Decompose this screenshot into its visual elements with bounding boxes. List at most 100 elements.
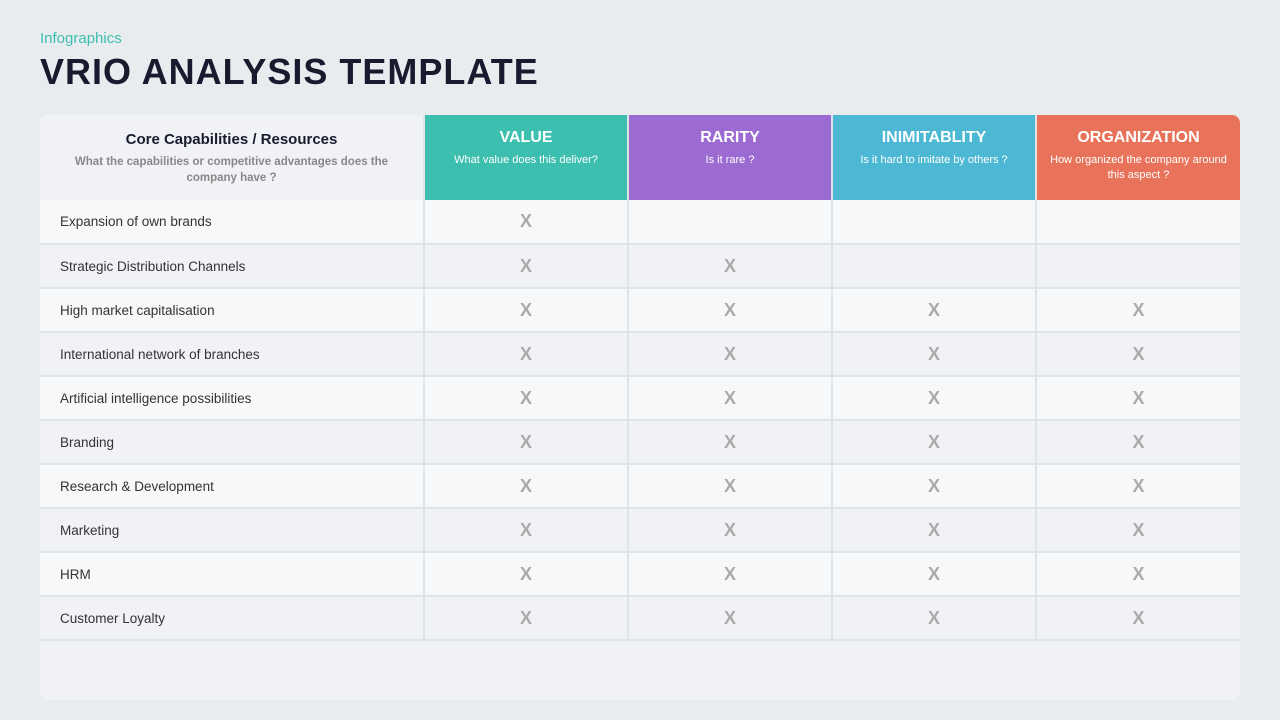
row-value-cell: X: [424, 464, 628, 508]
col-header-inimitability: INIMITABLITY Is it hard to imitate by ot…: [832, 115, 1036, 200]
row-inimitability-cell: [832, 200, 1036, 244]
row-value-cell: X: [424, 376, 628, 420]
x-mark: X: [520, 388, 532, 408]
capabilities-title: Core Capabilities / Resources: [54, 131, 409, 148]
row-label: Marketing: [40, 508, 424, 552]
x-mark: X: [520, 476, 532, 496]
x-mark: X: [724, 388, 736, 408]
row-label: High market capitalisation: [40, 288, 424, 332]
x-mark: X: [520, 520, 532, 540]
x-mark: X: [1132, 520, 1144, 540]
row-label: Customer Loyalty: [40, 596, 424, 640]
x-mark: X: [928, 300, 940, 320]
x-mark: X: [928, 388, 940, 408]
organization-main-label: ORGANIZATION: [1047, 129, 1230, 147]
x-mark: X: [520, 344, 532, 364]
x-mark: X: [928, 564, 940, 584]
row-value-cell: X: [424, 244, 628, 288]
x-mark: X: [1132, 476, 1144, 496]
x-mark: X: [520, 608, 532, 628]
row-rarity-cell: X: [628, 420, 832, 464]
row-label: Expansion of own brands: [40, 200, 424, 244]
row-value-cell: X: [424, 420, 628, 464]
row-organization-cell: X: [1036, 596, 1240, 640]
capabilities-subtitle: What the capabilities or competitive adv…: [54, 154, 409, 186]
x-mark: X: [928, 608, 940, 628]
table-row: Expansion of own brands X: [40, 200, 1240, 244]
row-organization-cell: X: [1036, 464, 1240, 508]
table-row: HRM X X X X: [40, 552, 1240, 596]
x-mark: X: [928, 520, 940, 540]
table-row: Branding X X X X: [40, 420, 1240, 464]
table-row: High market capitalisation X X X X: [40, 288, 1240, 332]
x-mark: X: [724, 344, 736, 364]
vrio-table: Core Capabilities / Resources What the c…: [40, 115, 1240, 641]
rarity-desc-label: Is it rare ?: [639, 153, 821, 168]
rarity-main-label: RARITY: [639, 129, 821, 147]
table-row: Strategic Distribution Channels X X: [40, 244, 1240, 288]
x-mark: X: [520, 300, 532, 320]
x-mark: X: [520, 564, 532, 584]
value-main-label: VALUE: [435, 129, 617, 147]
inimitability-desc-label: Is it hard to imitate by others ?: [843, 153, 1025, 168]
row-rarity-cell: X: [628, 288, 832, 332]
x-mark: X: [928, 344, 940, 364]
row-value-cell: X: [424, 508, 628, 552]
row-inimitability-cell: X: [832, 596, 1036, 640]
row-value-cell: X: [424, 332, 628, 376]
organization-desc-label: How organized the company around this as…: [1047, 153, 1230, 184]
row-value-cell: X: [424, 200, 628, 244]
row-inimitability-cell: X: [832, 420, 1036, 464]
x-mark: X: [520, 211, 532, 231]
row-inimitability-cell: X: [832, 288, 1036, 332]
row-value-cell: X: [424, 552, 628, 596]
x-mark: X: [928, 432, 940, 452]
row-organization-cell: [1036, 244, 1240, 288]
table-row: International network of branches X X X X: [40, 332, 1240, 376]
row-organization-cell: X: [1036, 332, 1240, 376]
page-title: VRIO ANALYSIS TEMPLATE: [40, 51, 1240, 93]
row-label: International network of branches: [40, 332, 424, 376]
x-mark: X: [520, 432, 532, 452]
col-header-rarity: RARITY Is it rare ?: [628, 115, 832, 200]
x-mark: X: [1132, 388, 1144, 408]
row-label: Artificial intelligence possibilities: [40, 376, 424, 420]
row-inimitability-cell: X: [832, 376, 1036, 420]
row-inimitability-cell: X: [832, 332, 1036, 376]
row-organization-cell: X: [1036, 288, 1240, 332]
row-inimitability-cell: X: [832, 552, 1036, 596]
col-header-capabilities: Core Capabilities / Resources What the c…: [40, 115, 424, 200]
x-mark: X: [724, 564, 736, 584]
row-rarity-cell: X: [628, 508, 832, 552]
x-mark: X: [1132, 564, 1144, 584]
x-mark: X: [724, 520, 736, 540]
x-mark: X: [1132, 344, 1144, 364]
row-organization-cell: X: [1036, 508, 1240, 552]
x-mark: X: [520, 256, 532, 276]
row-value-cell: X: [424, 596, 628, 640]
row-label: Branding: [40, 420, 424, 464]
row-rarity-cell: [628, 200, 832, 244]
row-rarity-cell: X: [628, 596, 832, 640]
row-label: Strategic Distribution Channels: [40, 244, 424, 288]
col-header-value: VALUE What value does this deliver?: [424, 115, 628, 200]
value-desc-label: What value does this deliver?: [435, 153, 617, 168]
row-inimitability-cell: [832, 244, 1036, 288]
x-mark: X: [1132, 432, 1144, 452]
table-row: Artificial intelligence possibilities X X X…: [40, 376, 1240, 420]
vrio-table-wrapper: Core Capabilities / Resources What the c…: [40, 115, 1240, 700]
row-label: HRM: [40, 552, 424, 596]
x-mark: X: [724, 300, 736, 320]
x-mark: X: [724, 432, 736, 452]
row-rarity-cell: X: [628, 332, 832, 376]
row-inimitability-cell: X: [832, 464, 1036, 508]
row-label: Research & Development: [40, 464, 424, 508]
x-mark: X: [1132, 300, 1144, 320]
row-rarity-cell: X: [628, 244, 832, 288]
row-organization-cell: X: [1036, 420, 1240, 464]
x-mark: X: [1132, 608, 1144, 628]
row-organization-cell: X: [1036, 552, 1240, 596]
infographics-label: Infographics: [40, 30, 1240, 47]
x-mark: X: [724, 256, 736, 276]
inimitability-main-label: INIMITABLITY: [843, 129, 1025, 147]
